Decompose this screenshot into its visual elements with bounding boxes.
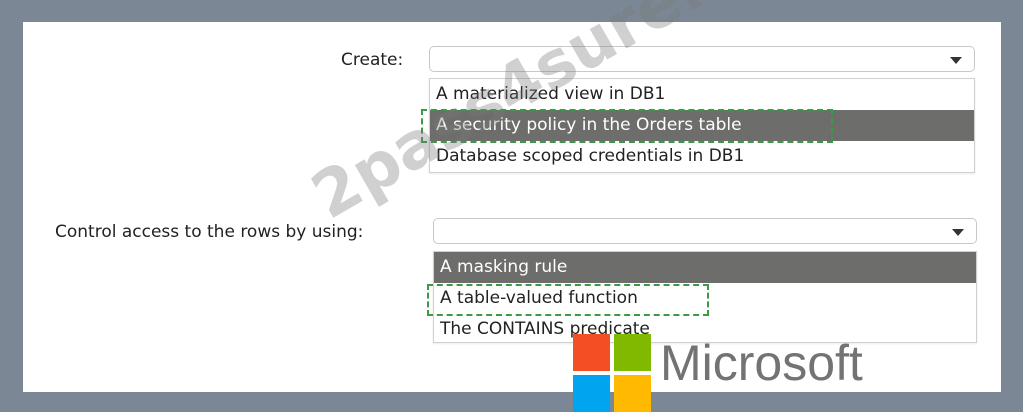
- logo-square-red: [573, 334, 610, 371]
- logo-square-blue: [573, 375, 610, 412]
- chevron-down-icon[interactable]: [950, 57, 962, 64]
- microsoft-wordmark: Microsoft: [660, 335, 863, 391]
- create-option[interactable]: Database scoped credentials in DB1: [430, 141, 974, 172]
- control-option-selected[interactable]: A masking rule: [434, 252, 976, 283]
- create-option-selected[interactable]: A security policy in the Orders table: [430, 110, 974, 141]
- logo-square-green: [614, 334, 651, 371]
- create-label: Create:: [341, 50, 404, 70]
- create-select[interactable]: [429, 46, 975, 72]
- microsoft-logo-icon: [573, 334, 651, 412]
- control-dropdown: A masking rule A table-valued function T…: [433, 251, 977, 343]
- control-select[interactable]: [433, 218, 977, 244]
- chevron-down-icon[interactable]: [952, 229, 964, 236]
- logo-square-yellow: [614, 375, 651, 412]
- create-dropdown: A materialized view in DB1 A security po…: [429, 78, 975, 173]
- create-option[interactable]: A materialized view in DB1: [430, 79, 974, 110]
- control-option[interactable]: A table-valued function: [434, 283, 976, 314]
- control-label: Control access to the rows by using:: [55, 222, 364, 242]
